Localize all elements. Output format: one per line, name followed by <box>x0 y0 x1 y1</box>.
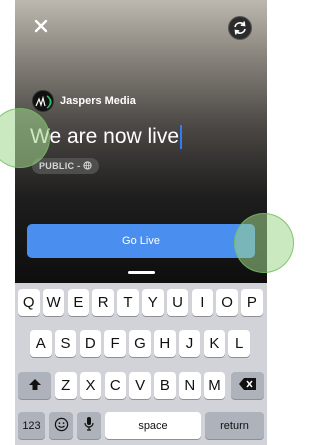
key-s[interactable]: S <box>54 330 77 357</box>
key-r[interactable]: R <box>92 289 114 316</box>
sheet-handle <box>128 271 155 274</box>
broadcast-title: We are now live <box>30 125 180 148</box>
microphone-icon <box>84 416 94 435</box>
keyboard: QWERTYUIOP ASDFGHJKL ZXCVBNM 123 space r… <box>15 283 267 445</box>
key-z[interactable]: Z <box>55 372 77 399</box>
go-live-button[interactable]: Go Live <box>27 224 255 258</box>
emoji-icon <box>54 417 69 435</box>
close-icon[interactable] <box>33 18 49 34</box>
touch-indicator <box>234 213 294 273</box>
key-p[interactable]: P <box>241 289 263 316</box>
key-i[interactable]: I <box>191 289 214 316</box>
key-m[interactable]: M <box>203 372 226 399</box>
key-d[interactable]: D <box>79 330 102 357</box>
avatar[interactable] <box>32 90 54 112</box>
key-e[interactable]: E <box>67 289 90 316</box>
key-w[interactable]: W <box>42 289 65 316</box>
key-x[interactable]: X <box>79 372 102 399</box>
key-y[interactable]: Y <box>142 289 164 316</box>
key-c[interactable]: C <box>104 372 127 399</box>
key-o[interactable]: O <box>216 289 238 316</box>
dictation-key[interactable] <box>77 412 101 439</box>
privacy-selector[interactable]: PUBLIC - <box>32 157 100 175</box>
return-key[interactable]: return <box>205 412 264 439</box>
key-n[interactable]: N <box>179 372 201 399</box>
key-g[interactable]: G <box>129 330 151 357</box>
live-setup-screen: Jaspers Media We are now live PUBLIC - G… <box>15 0 267 445</box>
delete-key[interactable] <box>231 372 264 399</box>
key-q[interactable]: Q <box>18 289 40 316</box>
space-key[interactable]: space <box>105 412 201 439</box>
key-f[interactable]: F <box>104 330 126 357</box>
page-name: Jaspers Media <box>60 95 136 107</box>
shift-icon <box>28 378 42 394</box>
key-a[interactable]: A <box>30 330 52 357</box>
key-t[interactable]: T <box>117 289 139 316</box>
key-h[interactable]: H <box>154 330 176 357</box>
page-identity: Jaspers Media <box>32 90 136 112</box>
backspace-icon <box>238 378 257 393</box>
broadcast-title-input[interactable]: We are now live <box>30 122 183 152</box>
numbers-key[interactable]: 123 <box>18 412 45 439</box>
privacy-label: PUBLIC - <box>39 161 81 171</box>
globe-icon <box>83 157 93 175</box>
camera-flip-icon[interactable] <box>228 16 252 40</box>
camera-preview: Jaspers Media We are now live PUBLIC - G… <box>15 0 267 283</box>
key-b[interactable]: B <box>154 372 176 399</box>
text-caret <box>180 125 183 149</box>
go-live-label: Go Live <box>122 235 160 247</box>
key-v[interactable]: V <box>129 372 151 399</box>
shift-key[interactable] <box>18 372 51 399</box>
emoji-key[interactable] <box>49 412 73 439</box>
key-u[interactable]: U <box>166 289 189 316</box>
key-k[interactable]: K <box>203 330 226 357</box>
key-j[interactable]: J <box>178 330 201 357</box>
key-l[interactable]: L <box>228 330 250 357</box>
